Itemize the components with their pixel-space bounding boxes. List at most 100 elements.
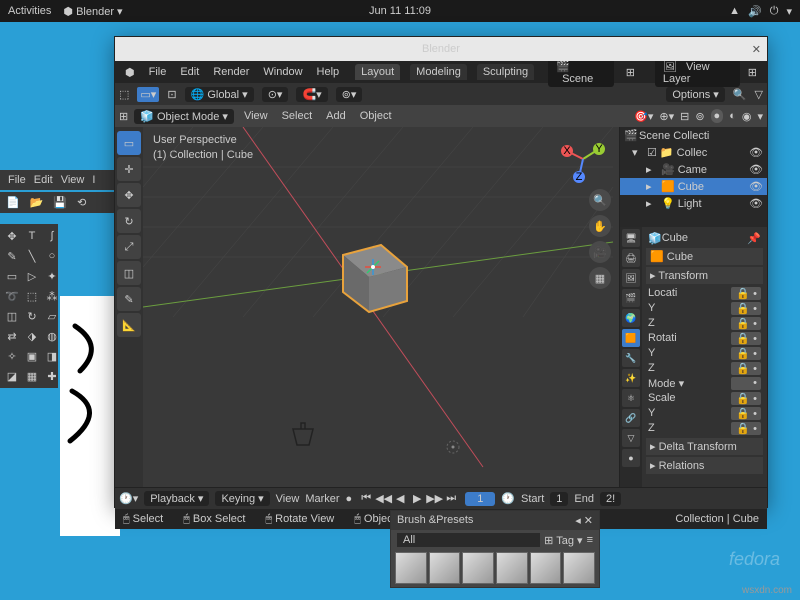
brush-thumb-2[interactable]: [429, 552, 461, 584]
prop-tab-material[interactable]: ●: [622, 449, 640, 467]
tool-shear-icon[interactable]: ▱: [44, 308, 60, 324]
menu-render[interactable]: Render: [207, 64, 255, 80]
rotation-y[interactable]: Y🔒 •: [646, 346, 763, 361]
activities-button[interactable]: Activities: [8, 5, 51, 17]
brush-thumb-5[interactable]: [530, 552, 562, 584]
tool-move-icon[interactable]: ✥: [4, 228, 20, 244]
tool-rect-icon[interactable]: ▭: [4, 268, 20, 284]
gimp-menu-more[interactable]: I: [92, 174, 95, 186]
tool-annotate[interactable]: ✎: [117, 287, 141, 311]
prop-tab-object[interactable]: 🟧: [622, 329, 640, 347]
prop-tab-world[interactable]: 🌍: [622, 309, 640, 327]
menu-chevron-icon[interactable]: ▾: [786, 5, 792, 18]
gimp-open-icon[interactable]: 📂: [30, 196, 44, 209]
tool-spiral-icon[interactable]: ➰: [4, 288, 20, 304]
viewport-menu-view[interactable]: View: [240, 109, 272, 123]
timeline-playback[interactable]: Playback ▾: [144, 491, 209, 506]
menu-help[interactable]: Help: [311, 64, 346, 80]
tool-text-icon[interactable]: T: [24, 228, 40, 244]
network-icon[interactable]: ▲: [729, 5, 740, 18]
outliner-scene[interactable]: 🎬Scene Collecti: [620, 127, 767, 144]
next-key-icon[interactable]: ▶▶: [426, 492, 442, 505]
brush-filter-dropdown[interactable]: All: [397, 533, 540, 547]
timeline-editor-icon[interactable]: 🕐▾: [119, 492, 138, 505]
gimp-canvas[interactable]: [60, 296, 120, 536]
pan-icon[interactable]: ✋: [589, 215, 611, 237]
tool-fill-icon[interactable]: ▣: [24, 348, 40, 364]
jump-start-icon[interactable]: ⏮: [358, 492, 374, 505]
volume-icon[interactable]: 🔊: [748, 5, 762, 18]
drag-icon[interactable]: ⊡: [167, 88, 176, 101]
power-icon[interactable]: ⏻: [770, 5, 779, 18]
shading-wireframe-icon[interactable]: ⊚: [695, 110, 704, 123]
gimp-menu-view[interactable]: View: [61, 174, 85, 186]
tab-modeling[interactable]: Modeling: [410, 64, 467, 80]
tool-eraser-icon[interactable]: ◪: [4, 368, 20, 384]
play-icon[interactable]: ▶: [409, 492, 425, 505]
prop-tab-particles[interactable]: ✨: [622, 369, 640, 387]
gizmo-toggle-icon[interactable]: 🎯▾: [634, 110, 653, 123]
brush-thumb-3[interactable]: [462, 552, 494, 584]
overlay-toggle-icon[interactable]: ⊕▾: [659, 110, 674, 123]
brush-close-icon[interactable]: ✕: [584, 515, 593, 527]
location-y[interactable]: Y🔒 •: [646, 301, 763, 316]
filter-icon[interactable]: 🔍: [733, 88, 747, 101]
tool-measure[interactable]: 📐: [117, 313, 141, 337]
brush-menu-icon[interactable]: ◂: [575, 515, 581, 527]
transform-header[interactable]: ▸ Transform: [646, 267, 763, 284]
tool-star-icon[interactable]: ✦: [44, 268, 60, 284]
menu-window[interactable]: Window: [257, 64, 308, 80]
shading-rendered-icon[interactable]: ◉: [742, 110, 752, 123]
menu-edit[interactable]: Edit: [174, 64, 205, 80]
prop-tab-data[interactable]: ▽: [622, 429, 640, 447]
tool-move[interactable]: ✥: [117, 183, 141, 207]
clock[interactable]: Jun 11 11:09: [369, 5, 431, 17]
prop-tab-scene[interactable]: 🎬: [622, 289, 640, 307]
orientation-dropdown[interactable]: 🌐 Global ▾: [185, 87, 254, 102]
tab-layout[interactable]: Layout: [355, 64, 400, 80]
prop-tab-modifier[interactable]: 🔧: [622, 349, 640, 367]
tool-crop-icon[interactable]: ⬚: [24, 288, 40, 304]
object-name-field[interactable]: 🟧 Cube: [646, 248, 763, 265]
tool-curve-icon[interactable]: ∫: [44, 228, 60, 244]
delta-transform-header[interactable]: ▸ Delta Transform: [646, 438, 763, 455]
gimp-new-icon[interactable]: 📄: [6, 196, 20, 209]
nav-gizmo[interactable]: Y X Z: [559, 135, 607, 183]
perspective-icon[interactable]: ▦: [589, 267, 611, 289]
timeline-view[interactable]: View: [276, 493, 300, 505]
tool-circle-icon[interactable]: ○: [44, 248, 60, 264]
brush-presets-window[interactable]: Brush &Presets ◂ ✕ All ⊞ Tag ▾ ≡: [390, 510, 600, 588]
prop-tab-render[interactable]: 🖥: [622, 229, 640, 247]
rotation-mode[interactable]: Mode ▾•: [646, 376, 763, 391]
tool-pencil-icon[interactable]: ✎: [4, 248, 20, 264]
location-x[interactable]: Locati🔒 •: [646, 286, 763, 301]
viewport-menu-object[interactable]: Object: [356, 109, 396, 123]
timeline-marker[interactable]: Marker: [305, 493, 339, 505]
tool-picker-icon[interactable]: ⁂: [44, 288, 60, 304]
prop-tab-constraint[interactable]: 🔗: [622, 409, 640, 427]
tool-blur-icon[interactable]: ◍: [44, 328, 60, 344]
snap-dropdown[interactable]: 🧲▾: [296, 87, 327, 102]
editor-type-icon[interactable]: ⊞: [119, 110, 128, 123]
options-dropdown[interactable]: Options ▾: [666, 87, 725, 102]
tool-line-icon[interactable]: ╲: [24, 248, 40, 264]
timeline-keying[interactable]: Keying ▾: [215, 491, 269, 506]
tool-arrow-icon[interactable]: ▷: [24, 268, 40, 284]
tab-sculpting[interactable]: Sculpting: [477, 64, 534, 80]
scene-selector[interactable]: 🎬 Scene: [548, 58, 614, 87]
current-frame[interactable]: 1: [465, 492, 495, 506]
prop-tab-physics[interactable]: ⚛: [622, 389, 640, 407]
viewlayer-browse-icon[interactable]: ⊞: [742, 64, 763, 81]
gimp-save-icon[interactable]: 💾: [53, 196, 67, 209]
mode-dropdown[interactable]: 🧊 Object Mode ▾: [134, 109, 234, 124]
rotation-x[interactable]: Rotati🔒 •: [646, 331, 763, 346]
tool-path-icon[interactable]: ✧: [4, 348, 20, 364]
shading-material-icon[interactable]: ◐: [729, 110, 736, 122]
gimp-menu-file[interactable]: File: [8, 174, 26, 186]
jump-end-icon[interactable]: ⏭: [443, 492, 459, 505]
gimp-menu-edit[interactable]: Edit: [34, 174, 53, 186]
tool-gradient-icon[interactable]: ◨: [44, 348, 60, 364]
pivot-dropdown[interactable]: ⊙▾: [262, 87, 289, 102]
tool-transform[interactable]: ◫: [117, 261, 141, 285]
end-frame[interactable]: 2!: [600, 492, 621, 506]
